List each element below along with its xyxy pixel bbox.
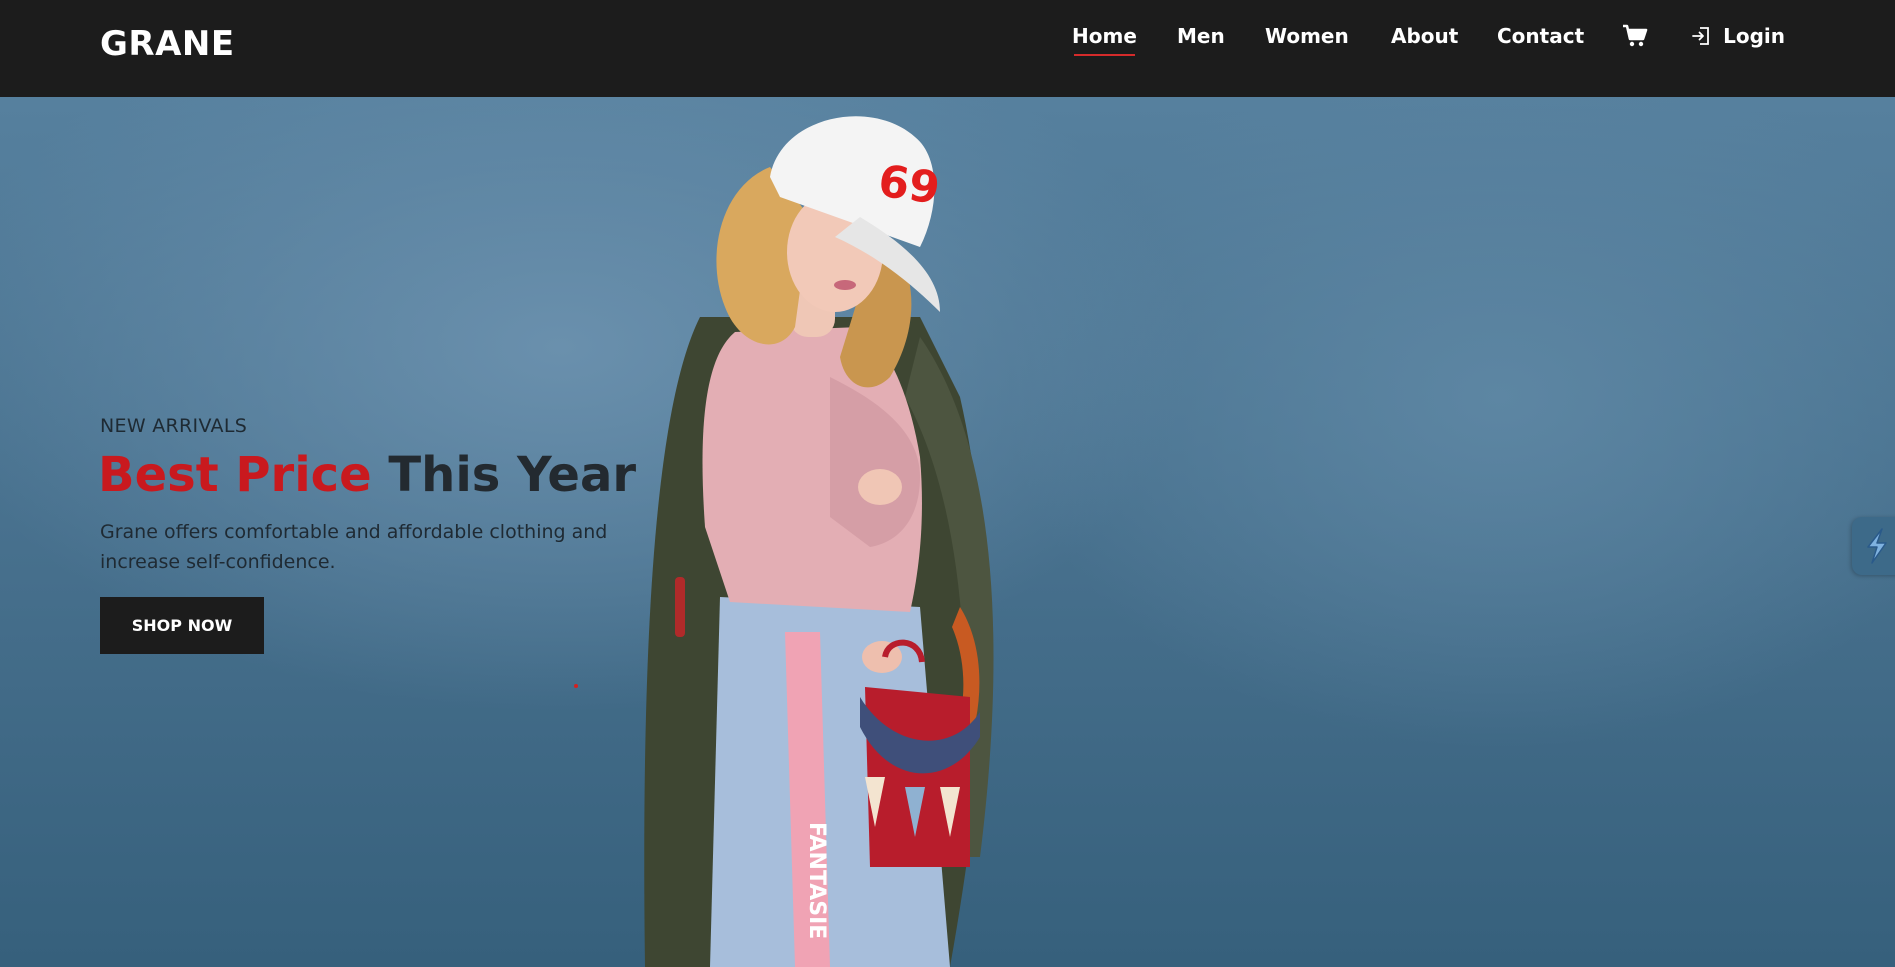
side-widget-button[interactable] <box>1852 517 1895 575</box>
site-header: GRANE Home Men Women About Contact Login <box>0 0 1895 97</box>
lightning-icon <box>1867 528 1887 564</box>
shop-now-button[interactable]: SHOP NOW <box>100 597 264 654</box>
main-nav: Home Men Women About Contact Login <box>0 0 1895 80</box>
hero-banner: FANTASIE 69 NEW ARRIVALS Best Price This… <box>0 97 1895 967</box>
nav-about[interactable]: About <box>1391 24 1458 48</box>
shopping-cart-icon <box>1623 24 1648 47</box>
hero-headline: Best Price This Year <box>98 447 636 503</box>
nav-women[interactable]: Women <box>1265 24 1349 48</box>
nav-home[interactable]: Home <box>1072 24 1137 56</box>
nav-men[interactable]: Men <box>1177 24 1225 48</box>
cap-number: 69 <box>875 156 943 215</box>
cart-button[interactable] <box>1622 24 1650 52</box>
nav-contact[interactable]: Contact <box>1497 24 1584 48</box>
headline-accent: Best Price <box>98 447 372 503</box>
page: GRANE Home Men Women About Contact Login… <box>0 0 1895 967</box>
decorative-dot <box>574 684 578 688</box>
hero-description: Grane offers comfortable and affordable … <box>100 521 608 573</box>
skirt-text: FANTASIE <box>804 822 829 939</box>
sign-in-icon <box>1692 27 1709 45</box>
hero-eyebrow: NEW ARRIVALS <box>100 415 248 437</box>
login-button[interactable]: Login <box>1690 24 1785 54</box>
model-photo: FANTASIE 69 <box>644 116 994 967</box>
headline-rest: This Year <box>388 447 637 503</box>
login-label: Login <box>1723 24 1785 48</box>
